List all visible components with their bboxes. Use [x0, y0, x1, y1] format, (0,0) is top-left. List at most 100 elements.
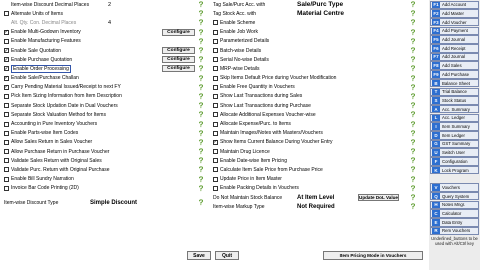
- option-checkbox[interactable]: [4, 185, 9, 191]
- item-pricing-mode-button[interactable]: Item Pricing Mode in Vouchers: [323, 251, 423, 260]
- option-checkbox[interactable]: [213, 75, 218, 81]
- help-icon[interactable]: [198, 102, 204, 109]
- option-checkbox[interactable]: [213, 20, 218, 26]
- help-icon[interactable]: [198, 130, 204, 137]
- help-icon[interactable]: [198, 120, 204, 128]
- quit-button[interactable]: Quit: [215, 251, 239, 260]
- sidebar-shortcut-button[interactable]: T Trial Balance: [430, 87, 479, 97]
- help-icon[interactable]: [410, 38, 416, 45]
- option-checkbox[interactable]: [213, 185, 218, 191]
- help-icon[interactable]: [198, 176, 204, 183]
- configure-button[interactable]: Configure: [162, 28, 195, 36]
- option-checkbox[interactable]: [4, 167, 9, 173]
- help-icon[interactable]: [410, 47, 416, 54]
- option-checkbox[interactable]: [4, 176, 9, 182]
- option-checkbox[interactable]: [213, 130, 218, 136]
- help-icon[interactable]: [410, 176, 416, 183]
- help-icon[interactable]: [410, 65, 416, 72]
- sidebar-shortcut-button[interactable]: U Switch User: [430, 148, 479, 157]
- help-icon[interactable]: [198, 19, 204, 26]
- sidebar-shortcut-button[interactable]: F3 Add Voucher: [430, 17, 479, 27]
- option-checkbox[interactable]: [213, 66, 218, 72]
- help-icon[interactable]: [410, 120, 416, 128]
- sidebar-shortcut-button[interactable]: L Acc. Ledger: [430, 113, 479, 123]
- option-checkbox[interactable]: [213, 103, 218, 109]
- option-value[interactable]: 2: [108, 2, 111, 8]
- option-checkbox[interactable]: [213, 48, 218, 54]
- option-checkbox[interactable]: [4, 112, 9, 118]
- sidebar-shortcut-button[interactable]: R Rem Vouchers: [430, 226, 479, 236]
- sidebar-shortcut-button[interactable]: V Vouchers: [430, 183, 479, 192]
- option-checkbox[interactable]: [213, 139, 218, 145]
- help-icon[interactable]: [198, 84, 204, 91]
- help-icon[interactable]: [198, 93, 204, 100]
- sidebar-shortcut-button[interactable]: I Item Summary: [430, 122, 479, 131]
- help-icon[interactable]: [410, 148, 416, 155]
- sidebar-shortcut-button[interactable]: B Balance Sheet: [430, 78, 479, 88]
- option-checkbox[interactable]: [4, 75, 9, 81]
- option-checkbox[interactable]: [4, 48, 9, 54]
- help-icon[interactable]: [410, 194, 416, 201]
- option-checkbox[interactable]: [213, 29, 218, 35]
- help-icon[interactable]: [410, 19, 416, 26]
- option-checkbox[interactable]: [4, 11, 9, 17]
- sidebar-shortcut-button[interactable]: Q Query System: [430, 191, 479, 201]
- help-icon[interactable]: [198, 166, 204, 173]
- help-icon[interactable]: [410, 157, 416, 164]
- help-icon[interactable]: [198, 1, 204, 8]
- option-checkbox[interactable]: [213, 38, 218, 44]
- help-icon[interactable]: [198, 47, 204, 54]
- configure-button[interactable]: Configure: [162, 47, 195, 55]
- sidebar-shortcut-button[interactable]: S Stock Status: [430, 96, 479, 105]
- option-checkbox[interactable]: [4, 66, 9, 72]
- option-checkbox[interactable]: [213, 121, 218, 127]
- help-icon[interactable]: [198, 10, 204, 17]
- sidebar-shortcut-button[interactable]: D Item Ledger: [430, 131, 479, 140]
- option-checkbox[interactable]: [213, 167, 218, 173]
- help-icon[interactable]: [410, 93, 416, 100]
- sidebar-shortcut-button[interactable]: F7 Add Journal: [430, 52, 479, 62]
- option-checkbox[interactable]: [4, 139, 9, 145]
- help-icon[interactable]: [410, 84, 416, 91]
- sidebar-shortcut-button[interactable]: F8 Add Sales: [430, 61, 479, 70]
- help-icon[interactable]: [198, 199, 204, 206]
- help-icon[interactable]: [410, 10, 416, 17]
- help-icon[interactable]: [410, 185, 416, 192]
- sidebar-shortcut-button[interactable]: F5 Add Journal: [430, 35, 479, 44]
- option-checkbox[interactable]: [213, 93, 218, 99]
- option-checkbox[interactable]: [4, 149, 9, 155]
- sidebar-shortcut-button[interactable]: G GST Summary: [430, 139, 479, 149]
- help-icon[interactable]: [198, 148, 204, 155]
- option-checkbox[interactable]: [4, 84, 9, 90]
- sidebar-shortcut-button[interactable]: K Lock Program: [430, 165, 479, 175]
- help-icon[interactable]: [410, 56, 416, 63]
- help-icon[interactable]: [410, 130, 416, 137]
- help-icon[interactable]: [410, 166, 416, 173]
- help-icon[interactable]: [198, 74, 204, 82]
- discount-type-value[interactable]: Simple Discount: [90, 200, 137, 206]
- option-checkbox[interactable]: [4, 130, 9, 136]
- help-icon[interactable]: [410, 203, 416, 210]
- sidebar-shortcut-button[interactable]: H Notes Mngr.: [430, 200, 479, 210]
- sidebar-shortcut-button[interactable]: F1 Add Account: [430, 0, 479, 10]
- help-icon[interactable]: [410, 102, 416, 109]
- option-checkbox[interactable]: [4, 38, 9, 44]
- configure-button[interactable]: Configure: [162, 65, 195, 73]
- tag-stock-account-value[interactable]: Material Centre: [297, 10, 344, 17]
- help-icon[interactable]: [198, 29, 204, 36]
- sidebar-shortcut-button[interactable]: F Configuration: [430, 157, 479, 166]
- help-icon[interactable]: [410, 74, 416, 82]
- option-checkbox[interactable]: [4, 57, 9, 63]
- option-checkbox[interactable]: [4, 121, 9, 127]
- option-checkbox[interactable]: [213, 57, 218, 63]
- help-icon[interactable]: [410, 139, 416, 146]
- option-checkbox[interactable]: [213, 112, 218, 118]
- option-checkbox[interactable]: [4, 93, 9, 99]
- help-icon[interactable]: [410, 1, 416, 8]
- help-icon[interactable]: [198, 157, 204, 164]
- option-checkbox[interactable]: [213, 158, 218, 164]
- option-checkbox[interactable]: [4, 29, 9, 35]
- help-icon[interactable]: [198, 65, 204, 72]
- help-icon[interactable]: [198, 111, 204, 118]
- help-icon[interactable]: [198, 38, 204, 45]
